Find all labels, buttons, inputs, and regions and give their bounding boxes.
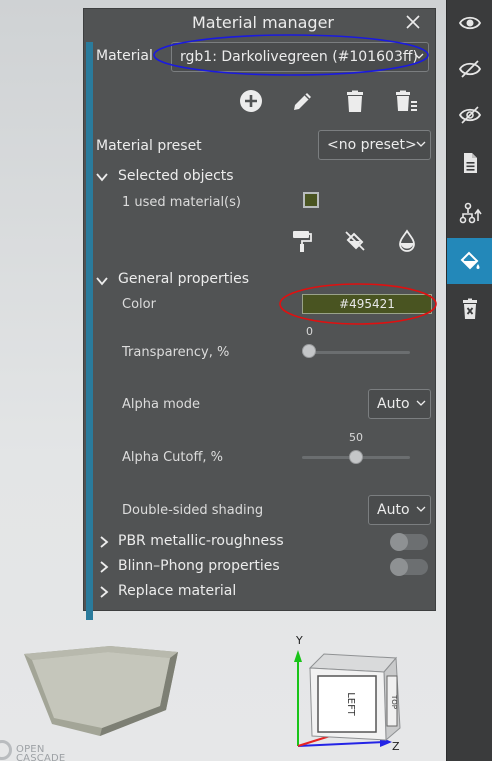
panel-title: Material manager <box>192 13 334 32</box>
alpha-mode-select-value: Auto <box>377 396 410 412</box>
trash-list-icon <box>396 90 417 111</box>
viewcube-face-left: LEFT <box>345 692 356 716</box>
viewcube-face-top: TOP <box>390 694 398 709</box>
chevron-down-icon <box>416 400 426 406</box>
add-material-button[interactable] <box>237 87 265 115</box>
remove-material-button[interactable] <box>341 227 369 255</box>
eye-toggle-icon <box>458 106 482 124</box>
chevron-down-icon <box>414 53 424 59</box>
paint-bucket-icon <box>460 251 480 270</box>
axis-y-label: Y <box>295 634 303 647</box>
paint-roller-icon <box>293 231 312 252</box>
show-button[interactable] <box>447 0 492 46</box>
pbr-toggle[interactable] <box>390 533 428 551</box>
color-label: Color <box>122 297 156 312</box>
used-material-swatch[interactable] <box>303 192 319 208</box>
expand-arrow-icon[interactable] <box>98 586 110 598</box>
eye-slash-icon <box>458 60 482 78</box>
document-button[interactable] <box>447 140 492 186</box>
double-sided-select[interactable]: Auto <box>368 495 431 525</box>
double-sided-label: Double-sided shading <box>122 503 264 518</box>
droplet-icon <box>399 229 415 252</box>
alpha-mode-select[interactable]: Auto <box>368 389 431 419</box>
blinn-phong-section-header[interactable]: Blinn–Phong properties <box>118 558 280 574</box>
replace-material-section-header[interactable]: Replace material <box>118 583 236 599</box>
chevron-down-icon <box>416 141 426 147</box>
material-select-value: rgb1: Darkolivegreen (#101603ff) <box>180 49 418 65</box>
hierarchy-button[interactable] <box>447 190 492 236</box>
transparency-value: 0 <box>306 325 313 338</box>
alpha-cutoff-value: 50 <box>349 431 363 444</box>
toggle-visibility-button[interactable] <box>447 92 492 138</box>
pbr-section-header[interactable]: PBR metallic-roughness <box>118 533 284 549</box>
general-properties-header[interactable]: General properties <box>118 271 249 287</box>
panel-accent-bar <box>86 42 93 620</box>
eye-icon <box>458 16 482 30</box>
expand-arrow-icon[interactable] <box>98 561 110 573</box>
delete-material-button[interactable] <box>341 87 369 115</box>
expand-arrow-icon[interactable] <box>98 536 110 548</box>
transparency-label: Transparency, % <box>122 345 230 360</box>
right-toolbar <box>446 0 492 761</box>
trash-icon <box>347 90 363 112</box>
collapse-arrow-icon[interactable] <box>96 275 108 287</box>
material-label: Material <box>96 48 153 64</box>
open-cascade-logo: OPEN CASCADE <box>0 738 80 761</box>
double-sided-select-value: Auto <box>377 502 410 518</box>
apply-material-button[interactable] <box>288 227 316 255</box>
chevron-down-icon <box>416 506 426 512</box>
preset-select[interactable]: <no preset> <box>318 130 431 160</box>
axis-z-label: Z <box>392 740 400 753</box>
pencil-icon <box>294 93 311 110</box>
add-circle-icon <box>240 90 262 112</box>
material-select[interactable]: rgb1: Darkolivegreen (#101603ff) <box>171 42 429 72</box>
alpha-cutoff-label: Alpha Cutoff, % <box>122 450 224 465</box>
document-icon <box>464 153 477 173</box>
transparency-slider-handle[interactable] <box>302 344 316 358</box>
color-drop-button[interactable] <box>393 227 421 255</box>
alpha-mode-label: Alpha mode <box>122 397 200 412</box>
used-materials-label: 1 used material(s) <box>122 195 241 210</box>
color-picker-field[interactable]: #495421 <box>302 294 432 314</box>
alpha-cutoff-slider-handle[interactable] <box>349 450 363 464</box>
3d-shape[interactable] <box>18 636 188 746</box>
collapse-arrow-icon[interactable] <box>96 171 108 183</box>
selected-objects-header[interactable]: Selected objects <box>118 168 234 184</box>
delete-button[interactable] <box>447 286 492 332</box>
material-manager-panel: Material manager Material rgb1: Darkoliv… <box>83 8 436 620</box>
edit-material-button[interactable] <box>289 87 317 115</box>
preset-select-value: <no preset> <box>327 137 417 153</box>
preset-label: Material preset <box>96 138 202 154</box>
delete-unused-button[interactable] <box>392 87 420 115</box>
close-button[interactable] <box>404 13 422 31</box>
delete-icon <box>463 298 477 319</box>
view-cube[interactable]: Y Z LEFT TOP <box>288 632 418 761</box>
material-button[interactable] <box>447 238 492 284</box>
blinn-phong-toggle[interactable] <box>390 558 428 576</box>
hide-button[interactable] <box>447 46 492 92</box>
close-icon <box>406 15 420 29</box>
transparency-slider-track[interactable] <box>302 351 410 354</box>
no-fill-icon <box>345 231 365 251</box>
hierarchy-icon <box>459 202 482 224</box>
